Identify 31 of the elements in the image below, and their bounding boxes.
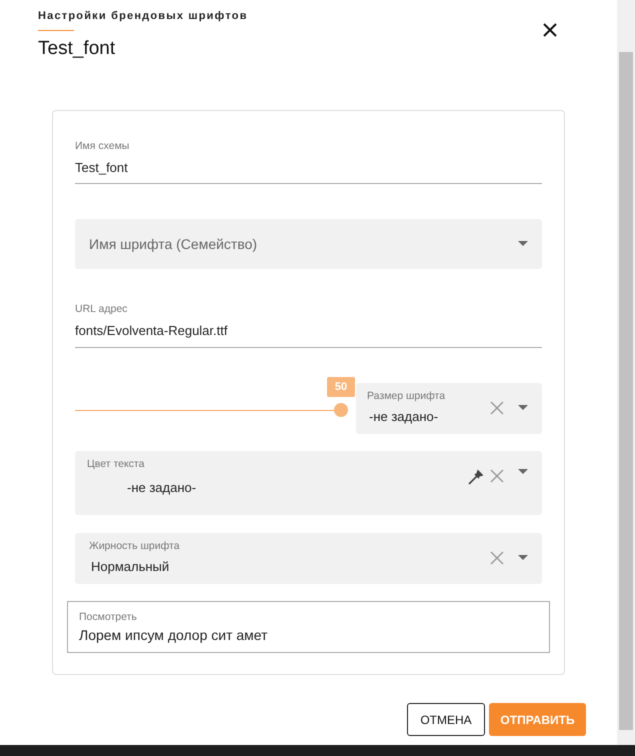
field-placeholder: Имя шрифта (Семейство) (89, 234, 258, 254)
scrollbar[interactable] (617, 0, 635, 745)
caret-icon[interactable] (518, 468, 528, 474)
dialog-title: Test_font (38, 36, 116, 60)
slider-thumb[interactable] (334, 402, 348, 416)
caret-icon[interactable] (518, 405, 528, 411)
field-label: Посмотреть (79, 610, 138, 624)
cancel-button[interactable]: ОТМЕНА (407, 703, 485, 736)
text-field[interactable]: Имя схемы Test_font (75, 139, 542, 184)
select-field[interactable]: Жирность шрифта Нормальный (75, 532, 542, 584)
caret-icon[interactable] (518, 241, 528, 248)
preview-field[interactable]: Посмотреть Лорем ипсум долор сит амет (67, 600, 550, 654)
field-label: Имя схемы (75, 139, 130, 154)
field-label: Цвет текста (87, 456, 146, 472)
text-field[interactable]: URL адрес fonts/Evolventa-Regular.ttf (75, 302, 542, 348)
field-value[interactable]: fonts/Evolventa-Regular.ttf (75, 321, 542, 340)
field-label: URL адрес (75, 302, 128, 318)
field-value[interactable]: Test_font (75, 158, 542, 178)
color-field[interactable]: Цвет текста -не задано- (75, 450, 542, 514)
field-value: Нормальный (90, 558, 170, 576)
select-field[interactable]: Имя шрифта (Семейство) (75, 219, 542, 270)
field-value: -не задано- (126, 479, 198, 498)
dialog-subtitle: Настройки брендовых шрифтов (38, 9, 249, 24)
eyedropper-icon[interactable] (466, 468, 484, 486)
field-label: Жирность шрифта (89, 539, 181, 554)
caret-icon[interactable] (518, 555, 528, 561)
field-value: -не задано- (368, 408, 440, 426)
field-label: Размер шрифта (367, 389, 446, 404)
select-field[interactable]: Размер шрифта -не задано- (356, 382, 542, 434)
preview-text: Лорем ипсум долор сит амет (79, 626, 269, 646)
slider-value-tooltip: 50 (327, 376, 355, 396)
